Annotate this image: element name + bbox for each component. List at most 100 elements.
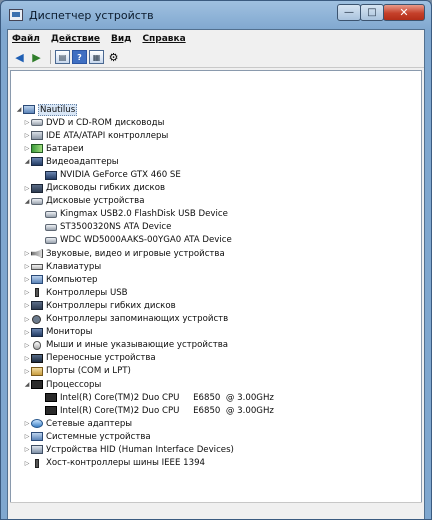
window-title: Диспетчер устройств	[29, 8, 154, 22]
tree-category-item[interactable]: ◢ Процессоры	[11, 378, 421, 391]
tree-item-label: WDC WD5000AAKS-00YGA0 ATA Device	[60, 235, 232, 246]
collapsed-arrow-icon[interactable]: ▷	[23, 276, 31, 283]
usb-icon	[35, 458, 39, 468]
collapsed-arrow-icon[interactable]: ▷	[23, 329, 31, 336]
tree-item-label: Переносные устройства	[46, 353, 156, 364]
tree-category-item[interactable]: ▷ Сетевые адаптеры	[11, 417, 421, 430]
gear-icon	[32, 314, 41, 324]
tree-item-label: IDE ATA/ATAPI контроллеры	[46, 130, 169, 141]
collapsed-arrow-icon[interactable]: ▷	[23, 250, 31, 257]
tree-device-item[interactable]: ST3500320NS ATA Device	[11, 221, 421, 234]
minimize-button[interactable]: —	[337, 4, 361, 21]
keyboard-icon	[31, 263, 43, 270]
tree-category-item[interactable]: ▷ Мониторы	[11, 326, 421, 339]
computer-icon	[31, 275, 43, 285]
drive-icon	[45, 236, 57, 244]
tree-category-item[interactable]: ▷ Контроллеры USB	[11, 286, 421, 299]
tree-category-item[interactable]: ▷ Устройства HID (Human Interface Devices…	[11, 443, 421, 456]
tree-device-item[interactable]: NVIDIA GeForce GTX 460 SE	[11, 168, 421, 181]
expanded-arrow-icon[interactable]: ◢	[23, 158, 31, 165]
tree-device-item[interactable]: Kingmax USB2.0 FlashDisk USB Device	[11, 208, 421, 221]
sound-icon	[31, 249, 43, 259]
collapsed-arrow-icon[interactable]: ▷	[23, 263, 31, 270]
tree-device-item[interactable]: WDC WD5000AAKS-00YGA0 ATA Device	[11, 234, 421, 247]
title-bar[interactable]: Диспетчер устройств — □ ✕	[1, 1, 431, 29]
expanded-arrow-icon[interactable]: ◢	[23, 198, 31, 205]
menu-help[interactable]: Справка	[142, 34, 185, 44]
collapsed-arrow-icon[interactable]: ▷	[23, 420, 31, 427]
expand-toggle-icon[interactable]: ◢	[15, 106, 23, 113]
menu-file[interactable]: Файл	[12, 34, 40, 44]
tree-root[interactable]: ◢ Nautilus	[11, 103, 421, 116]
port-icon	[31, 366, 43, 376]
tree-item-label: Контроллеры гибких дисков	[46, 300, 176, 311]
floppy-icon	[31, 301, 43, 311]
properties-button[interactable]: ▤	[55, 50, 70, 64]
tree-item-label: Порты (COM и LPT)	[46, 366, 131, 377]
tree-category-item[interactable]: ▷ Мыши и иные указывающие устройства	[11, 339, 421, 352]
tree-category-item[interactable]: ▷ DVD и CD-ROM дисководы	[11, 116, 421, 129]
tree-category-item[interactable]: ▷ Порты (COM и LPT)	[11, 365, 421, 378]
tree-category-item[interactable]: ▷ Дисководы гибких дисков	[11, 182, 421, 195]
menu-bar: Файл Действие Вид Справка	[8, 30, 424, 47]
tree-device-item[interactable]: Intel(R) Core(TM)2 Duo CPU E6850 @ 3.00G…	[11, 404, 421, 417]
tree-category-item[interactable]: ◢ Дисковые устройства	[11, 195, 421, 208]
collapsed-arrow-icon[interactable]: ▷	[23, 289, 31, 296]
tree-item-label: Контроллеры запоминающих устройств	[46, 314, 229, 325]
battery-icon	[31, 144, 43, 154]
collapsed-arrow-icon[interactable]: ▷	[23, 316, 31, 323]
collapsed-arrow-icon[interactable]: ▷	[23, 446, 31, 453]
tree-item-label: NVIDIA GeForce GTX 460 SE	[60, 170, 181, 181]
tree-item-label: Intel(R) Core(TM)2 Duo CPU E6850 @ 3.00G…	[60, 405, 274, 416]
chip-icon	[45, 393, 57, 403]
collapsed-arrow-icon[interactable]: ▷	[23, 342, 31, 349]
tree-device-item[interactable]: Intel(R) Core(TM)2 Duo CPU E6850 @ 3.00G…	[11, 391, 421, 404]
collapsed-arrow-icon[interactable]: ▷	[23, 433, 31, 440]
collapsed-arrow-icon[interactable]: ▷	[23, 368, 31, 375]
toolbar-separator	[50, 50, 51, 64]
tree-category-item[interactable]: ▷ Хост-контроллеры шины IEEE 1394	[11, 457, 421, 470]
portable-icon	[31, 353, 43, 363]
tree-category-item[interactable]: ▷ Переносные устройства	[11, 352, 421, 365]
mouse-icon	[33, 340, 41, 350]
collapsed-arrow-icon[interactable]: ▷	[23, 302, 31, 309]
tree-category-item[interactable]: ▷ Звуковые, видео и игровые устройства	[11, 247, 421, 260]
tree-item-label: Мониторы	[46, 327, 93, 338]
forward-button[interactable]: ▶	[29, 50, 44, 64]
tree-item-label: ST3500320NS ATA Device	[60, 222, 172, 233]
back-button[interactable]: ◀	[12, 50, 27, 64]
tree-category-item[interactable]: ▷ Батареи	[11, 142, 421, 155]
tree-item-label: Звуковые, видео и игровые устройства	[46, 248, 225, 259]
scan-hardware-button[interactable]: ⚙	[106, 50, 121, 64]
tree-category-item[interactable]: ▷ Системные устройства	[11, 430, 421, 443]
expanded-arrow-icon[interactable]: ◢	[23, 381, 31, 388]
monitor-icon	[31, 157, 43, 167]
tree-category-item[interactable]: ▷ Контроллеры гибких дисков	[11, 299, 421, 312]
collapsed-arrow-icon[interactable]: ▷	[23, 145, 31, 152]
collapsed-arrow-icon[interactable]: ▷	[23, 132, 31, 139]
collapsed-arrow-icon[interactable]: ▷	[23, 355, 31, 362]
maximize-button[interactable]: □	[360, 4, 384, 21]
tree-item-label: Системные устройства	[46, 431, 151, 442]
help-button[interactable]: ?	[72, 50, 87, 64]
tree-item-label: Процессоры	[46, 379, 102, 390]
view-button[interactable]: ▦	[89, 50, 104, 64]
device-manager-icon	[9, 9, 23, 21]
tree-item-label: Устройства HID (Human Interface Devices)	[46, 444, 234, 455]
close-button[interactable]: ✕	[383, 4, 425, 21]
root-label: Nautilus	[38, 103, 78, 116]
drive-icon	[31, 119, 43, 127]
menu-action[interactable]: Действие	[51, 34, 100, 44]
collapsed-arrow-icon[interactable]: ▷	[23, 119, 31, 126]
floppy-icon	[31, 183, 43, 193]
tree-category-item[interactable]: ▷ Компьютер	[11, 273, 421, 286]
tree-category-item[interactable]: ◢ Видеоадаптеры	[11, 155, 421, 168]
tree-category-item[interactable]: ▷ Контроллеры запоминающих устройств	[11, 313, 421, 326]
collapsed-arrow-icon[interactable]: ▷	[23, 185, 31, 192]
tree-category-item[interactable]: ▷ IDE ATA/ATAPI контроллеры	[11, 129, 421, 142]
collapsed-arrow-icon[interactable]: ▷	[23, 460, 31, 467]
menu-view[interactable]: Вид	[111, 34, 131, 44]
tree-category-item[interactable]: ▷ Клавиатуры	[11, 260, 421, 273]
tree-item-label: Дисковые устройства	[46, 196, 145, 207]
monitor-icon	[31, 327, 43, 337]
